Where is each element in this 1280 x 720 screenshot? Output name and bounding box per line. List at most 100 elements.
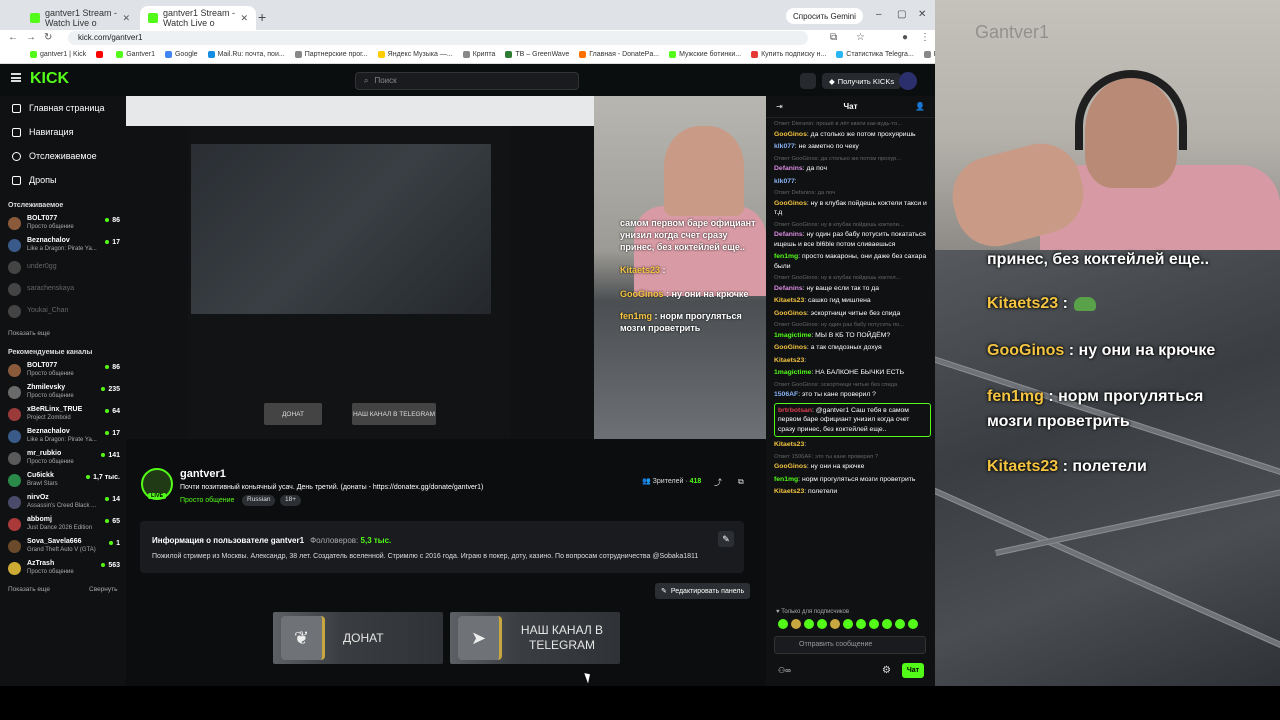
- bookmark-item[interactable]: Google: [164, 51, 198, 58]
- chat-input[interactable]: Отправить сообщение: [774, 636, 926, 654]
- chat-message[interactable]: Ответ GooGinos: ну в клубак пойдешь кокт…: [774, 221, 931, 250]
- channel-name[interactable]: gantver1: [180, 468, 226, 480]
- chat-message[interactable]: Ответ GooGinos: эскортници читые без спи…: [774, 381, 931, 400]
- hamburger-menu-icon[interactable]: [11, 73, 21, 82]
- sidebar-channel-row[interactable]: BOLT077 Просто общение 86: [8, 215, 120, 233]
- sidebar-channel-row[interactable]: mr_rubkio Просто общение 141: [8, 450, 120, 468]
- bookmark-item[interactable]: Статистика Telegra...: [836, 51, 914, 58]
- kick-logo[interactable]: KICK: [30, 70, 69, 88]
- sidebar-channel-row[interactable]: sarachenskaya: [8, 281, 120, 299]
- emote-icon[interactable]: [791, 619, 801, 629]
- bookmark-item[interactable]: [96, 51, 106, 58]
- emote-icon[interactable]: [882, 619, 892, 629]
- show-more-link[interactable]: Показать еще: [8, 330, 50, 337]
- forward-icon[interactable]: →: [26, 32, 36, 43]
- chat-message[interactable]: klk077: не заметно по чеку: [774, 142, 931, 152]
- donate-panel[interactable]: ❦ ДОНАТ: [273, 612, 443, 664]
- chat-username[interactable]: Defanins: [774, 231, 803, 238]
- tag-language[interactable]: Russian: [242, 495, 276, 506]
- chat-message[interactable]: GooGinos: а так спидозных дохуя: [774, 343, 931, 353]
- get-kicks-button[interactable]: ◆ Получить KICKs: [822, 73, 902, 89]
- user-list-icon[interactable]: 👤: [915, 102, 925, 111]
- chat-username[interactable]: Kitaets23: [774, 441, 804, 448]
- chat-tools-icon[interactable]: ⚇∞: [778, 666, 791, 675]
- sidebar-channel-row[interactable]: under0gg: [8, 259, 120, 277]
- emote-icon[interactable]: [843, 619, 853, 629]
- minimize-icon[interactable]: –: [876, 9, 882, 20]
- clip-icon[interactable]: ⧉: [738, 477, 744, 487]
- emote-icon[interactable]: [830, 619, 840, 629]
- chat-message[interactable]: Kitaets23:: [774, 356, 931, 366]
- emote-icon[interactable]: [869, 619, 879, 629]
- send-chat-button[interactable]: Чат: [902, 663, 924, 678]
- chat-username[interactable]: 1506AF: [774, 391, 798, 398]
- chat-message[interactable]: Ответ 1506AF: это ты кане проверил ? GooG…: [774, 453, 931, 472]
- search-input[interactable]: ⌕ Поиск: [355, 72, 579, 90]
- bookmark-item[interactable]: Gantver1: [116, 51, 155, 58]
- chat-username[interactable]: brtrbotsan: [778, 407, 812, 414]
- tag-age[interactable]: 18+: [280, 495, 302, 506]
- chat-message[interactable]: 1magictime: НА БАЛКОНЕ БЫЧКИ ЕСТЬ: [774, 368, 931, 378]
- sidebar-channel-row[interactable]: BOLT077 Просто общение 86: [8, 362, 120, 380]
- chat-message[interactable]: Ответ GooGinos: ну в клубак пойдешь кокт…: [774, 274, 931, 293]
- chat-message[interactable]: Kitaets23: сашко гид мишлена: [774, 296, 931, 306]
- chat-message[interactable]: fen1mg: просто макароны, они даже без са…: [774, 252, 931, 271]
- collapse-link[interactable]: Свернуть: [89, 586, 118, 593]
- chat-message[interactable]: Ответ GooGinos: да столько же потом прох…: [774, 155, 931, 174]
- chat-username[interactable]: fen1mg: [774, 253, 798, 260]
- chat-message[interactable]: Ответ GooGinos: ну один раз бабу потусит…: [774, 321, 931, 340]
- bookmark-item[interactable]: Все закладки: [923, 51, 935, 58]
- gemini-button[interactable]: Спросить Gemini: [786, 8, 863, 24]
- telegram-panel[interactable]: ➤ НАШ КАНАЛ В TELEGRAM: [450, 612, 620, 664]
- share-icon[interactable]: ⤴: [714, 477, 722, 488]
- chat-username[interactable]: GooGinos: [774, 310, 807, 317]
- chat-username[interactable]: GooGinos: [774, 463, 807, 470]
- chat-username[interactable]: klk077: [774, 143, 795, 150]
- menu-kebab-icon[interactable]: ⋮: [920, 32, 930, 43]
- emote-icon[interactable]: [804, 619, 814, 629]
- browser-tab[interactable]: gantver1 Stream - Watch Live o ✕: [22, 6, 138, 30]
- chat-message[interactable]: brtrbotsan: @gantver1 Саш тебя в самом п…: [774, 402, 931, 437]
- sidebar-channel-row[interactable]: nirvOz Assassin's Creed Black ... 14: [8, 494, 120, 512]
- stream-category[interactable]: Просто общение: [180, 497, 234, 504]
- sidebar-channel-row[interactable]: Zhmilevsky Просто общение 235: [8, 384, 120, 402]
- bookmark-item[interactable]: Главная - DonatePa...: [579, 51, 659, 58]
- emote-icon[interactable]: [895, 619, 905, 629]
- chat-username[interactable]: Defanins: [774, 165, 803, 172]
- chat-username[interactable]: klk077: [774, 178, 795, 185]
- sidebar-channel-row[interactable]: xBeRLinx_TRUE Project Zomboid 64: [8, 406, 120, 424]
- close-icon[interactable]: ✕: [240, 13, 248, 24]
- show-more-link[interactable]: Показать еще: [8, 586, 50, 593]
- bookmark-item[interactable]: Mail.Ru: почта, пои...: [207, 51, 285, 58]
- bookmark-item[interactable]: Крипта: [462, 51, 495, 58]
- chat-message[interactable]: Kitaets23: полетели: [774, 487, 931, 497]
- chat-message[interactable]: Kitaets23:: [774, 440, 931, 450]
- close-icon[interactable]: ✕: [122, 13, 130, 24]
- bookmark-item[interactable]: Яндекс Музыка —...: [377, 51, 453, 58]
- new-tab-icon[interactable]: +: [258, 9, 266, 25]
- sidebar-channel-row[interactable]: Cu6ickk Brawl Stars 1,7 тыс.: [8, 472, 120, 490]
- emote-icon[interactable]: [908, 619, 918, 629]
- edit-panel-button[interactable]: ✎ Редактировать панель: [655, 583, 751, 599]
- chat-username[interactable]: 1magictime: [774, 369, 811, 376]
- profile-icon[interactable]: ●: [902, 32, 908, 43]
- chat-message[interactable]: fen1mg: норм прогуляться мозги проветрит…: [774, 475, 931, 485]
- sidebar-channel-row[interactable]: Sova_Savela666 Grand Theft Auto V (GTA) 1: [8, 538, 120, 556]
- gear-icon[interactable]: ⚙: [882, 665, 891, 676]
- chat-message[interactable]: klk077:: [774, 177, 931, 187]
- sidebar-channel-row[interactable]: AzTrash Просто общение 563: [8, 560, 120, 578]
- edit-pencil-icon[interactable]: ✎: [718, 531, 734, 547]
- emote-icon[interactable]: [856, 619, 866, 629]
- bookmark-item[interactable]: ТВ – GreenWave: [505, 51, 569, 58]
- bookmark-star-icon[interactable]: ☆: [856, 32, 865, 43]
- sidebar-channel-row[interactable]: Youkai_Chan: [8, 303, 120, 321]
- chat-username[interactable]: Defanins: [774, 285, 803, 292]
- sidebar-item-following[interactable]: Отслеживаемое: [12, 151, 97, 161]
- emote-icon[interactable]: [778, 619, 788, 629]
- chat-username[interactable]: fen1mg: [774, 476, 798, 483]
- chat-username[interactable]: Kitaets23: [774, 297, 804, 304]
- sidebar-channel-row[interactable]: abbomj Just Dance 2026 Edition 65: [8, 516, 120, 534]
- chat-username[interactable]: GooGinos: [774, 131, 807, 138]
- chat-username[interactable]: 1magictime: [774, 332, 811, 339]
- browser-tab-active[interactable]: gantver1 Stream - Watch Live o ✕: [140, 6, 256, 30]
